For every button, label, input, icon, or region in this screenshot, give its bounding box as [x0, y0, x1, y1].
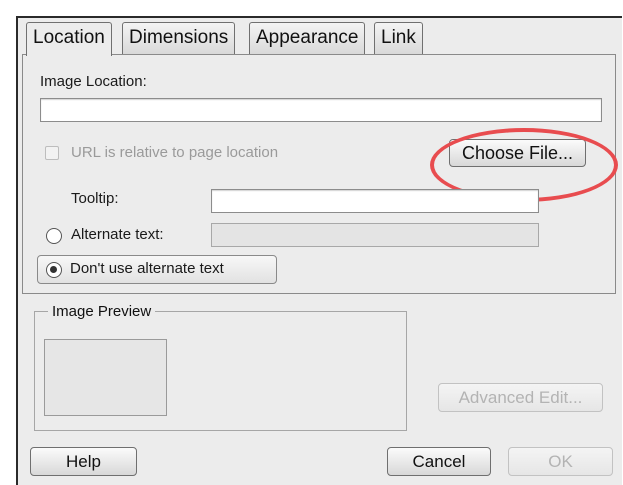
tooltip-label: Tooltip: [71, 190, 119, 207]
url-relative-label: URL is relative to page location [71, 144, 279, 161]
alternate-text-label: Alternate text: [71, 226, 164, 243]
radio-selected-dot [50, 266, 57, 273]
image-preview-area [44, 339, 167, 416]
tab-link[interactable]: Link [374, 22, 423, 54]
ok-button[interactable]: OK [508, 447, 613, 476]
image-preview-title: Image Preview [48, 303, 156, 320]
alternate-text-radio[interactable] [46, 228, 62, 244]
tab-dimensions[interactable]: Dimensions [122, 22, 236, 54]
advanced-edit-button[interactable]: Advanced Edit... [438, 383, 603, 412]
url-relative-checkbox[interactable] [45, 146, 59, 160]
image-location-input[interactable] [40, 98, 602, 122]
no-alt-text-option[interactable]: Don't use alternate text [37, 255, 277, 284]
help-button[interactable]: Help [30, 447, 137, 476]
choose-file-button[interactable]: Choose File... [449, 139, 586, 167]
image-location-label: Image Location: [40, 73, 147, 90]
no-alt-text-radio[interactable] [46, 262, 62, 278]
tab-location[interactable]: Location [26, 22, 112, 56]
tab-appearance[interactable]: Appearance [249, 22, 366, 54]
no-alt-text-label: Don't use alternate text [70, 260, 224, 277]
image-properties-dialog: Location Dimensions Appearance Link Imag… [16, 16, 622, 485]
tooltip-input[interactable] [211, 189, 539, 213]
cancel-button[interactable]: Cancel [387, 447, 491, 476]
alternate-text-input[interactable] [211, 223, 539, 247]
